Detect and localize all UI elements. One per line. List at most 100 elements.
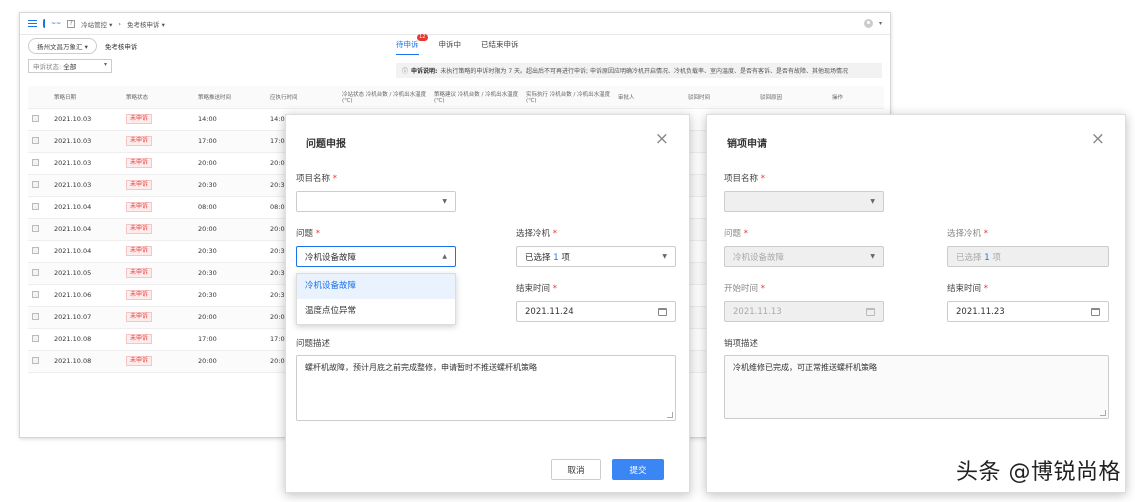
col-date: 策略日期 — [50, 86, 122, 109]
chevron-up-icon: ▲ — [442, 253, 447, 260]
status-badge: 未申诉 — [126, 246, 153, 256]
status-badge: 未申诉 — [126, 356, 153, 366]
tab-finished[interactable]: 已结束申诉 — [481, 39, 519, 55]
top-navbar: ~~ ? 冷站管控 ▾ › 免考核申诉 ▾ ▾ — [20, 13, 890, 35]
status-badge: 未申诉 — [126, 224, 153, 234]
issue-description-textarea[interactable]: 螺杆机故障，预计月底之前完成整修，申请暂时不推送螺杆机策略 — [296, 355, 676, 421]
cell-push-time: 17:00 — [194, 130, 266, 153]
chiller-select[interactable]: 已选择 1 项 ▼ — [516, 246, 676, 267]
cell-date: 2021.10.06 — [50, 284, 122, 307]
col-station-state: 冷站状态 冷机台数 / 冷机出水温度(℃) — [338, 86, 430, 109]
cell-date: 2021.10.04 — [50, 218, 122, 241]
row-checkbox[interactable] — [32, 224, 39, 232]
cell-date: 2021.10.03 — [50, 174, 122, 197]
status-badge: 未申诉 — [126, 268, 153, 278]
cell-push-time: 20:30 — [194, 284, 266, 307]
issue-label: 问题 * — [724, 229, 748, 239]
desc-label: 问题描述 — [296, 339, 331, 349]
calendar-icon — [1091, 307, 1100, 316]
row-checkbox[interactable] — [32, 334, 39, 342]
pending-count-badge: 12 — [417, 34, 428, 41]
cell-date: 2021.10.08 — [50, 350, 122, 373]
cell-push-time: 20:00 — [194, 218, 266, 241]
col-actions: 操作 — [828, 86, 884, 109]
calendar-icon — [658, 307, 667, 316]
end-time-label: 结束时间 * — [516, 284, 557, 294]
project-label: 项目名称 * — [724, 174, 765, 184]
chiller-select: 已选择 1 项 — [947, 246, 1109, 267]
chevron-down-icon: ▼ — [662, 253, 667, 260]
tab-pending[interactable]: 待申诉 12 — [396, 34, 428, 55]
row-checkbox[interactable] — [32, 136, 39, 144]
col-approver: 审批人 — [614, 86, 684, 109]
row-checkbox[interactable] — [32, 246, 39, 254]
cell-push-time: 20:30 — [194, 240, 266, 263]
chevron-down-icon: ▾ — [103, 61, 107, 68]
cell-date: 2021.10.03 — [50, 108, 122, 131]
row-checkbox[interactable] — [32, 312, 39, 320]
cancel-button[interactable]: 取消 — [551, 459, 601, 480]
status-badge: 未申诉 — [126, 114, 153, 124]
cell-date: 2021.10.04 — [50, 240, 122, 263]
logo: ~~ — [43, 19, 61, 28]
close-item-modal: 销项申请 × 项目名称 * ▼ 问题 * 冷机设备故障 ▼ 选择冷机 * 已选择 … — [706, 114, 1126, 493]
resize-handle-icon[interactable] — [667, 412, 673, 418]
project-label: 项目名称 * — [296, 174, 337, 184]
start-time-label: 开始时间 * — [724, 284, 765, 294]
status-badge: 未申诉 — [126, 202, 153, 212]
row-checkbox[interactable] — [32, 268, 39, 276]
close-icon[interactable]: × — [1091, 131, 1105, 148]
cell-push-time: 08:00 — [194, 196, 266, 219]
row-checkbox[interactable] — [32, 290, 39, 298]
project-select[interactable]: ▼ — [296, 191, 456, 212]
page-label: 免考核申诉 — [104, 43, 138, 51]
cell-date: 2021.10.03 — [50, 130, 122, 153]
cell-date: 2021.10.05 — [50, 262, 122, 285]
breadcrumb-1[interactable]: 冷站管控 ▾ — [81, 19, 112, 29]
tab-bar: 待申诉 12 申诉中 已结束申诉 — [396, 34, 519, 55]
row-checkbox[interactable] — [32, 356, 39, 364]
status-filter-select[interactable]: 申诉状态: 全部 ▾ — [28, 59, 112, 73]
project-select: ▼ — [724, 191, 884, 212]
end-time-picker[interactable]: 2021.11.24 — [516, 301, 676, 322]
cell-push-time: 14:00 — [194, 108, 266, 131]
issue-option-chiller-fault[interactable]: 冷机设备故障 — [297, 274, 455, 299]
user-menu-chevron-icon[interactable]: ▾ — [879, 20, 882, 27]
issue-select[interactable]: 冷机设备故障 ▲ — [296, 246, 456, 267]
chevron-down-icon: ▼ — [442, 198, 447, 205]
status-badge: 未申诉 — [126, 312, 153, 322]
end-time-picker[interactable]: 2021.11.23 — [947, 301, 1109, 322]
cell-push-time: 20:00 — [194, 306, 266, 329]
cell-date: 2021.10.07 — [50, 306, 122, 329]
chiller-label: 选择冷机 * — [516, 229, 557, 239]
status-badge: 未申诉 — [126, 290, 153, 300]
status-badge: 未申诉 — [126, 334, 153, 344]
row-checkbox[interactable] — [32, 180, 39, 188]
row-checkbox[interactable] — [32, 158, 39, 166]
col-exec-time: 应执行时间 — [266, 86, 338, 109]
issue-option-temp-point[interactable]: 温度点位异常 — [297, 299, 455, 324]
resize-handle-icon[interactable] — [1100, 410, 1106, 416]
issue-report-modal: 问题申报 × 项目名称 * ▼ 问题 * 冷机设备故障 ▲ 冷机设备故障 温度点位… — [285, 114, 690, 493]
col-status: 策略状态 — [122, 86, 194, 109]
help-icon[interactable]: ? — [67, 19, 76, 28]
menu-icon[interactable] — [28, 20, 37, 27]
close-description-textarea[interactable]: 冷机维修已完成，可正常推送螺杆机策略 — [724, 355, 1109, 419]
cell-push-time: 20:30 — [194, 262, 266, 285]
tab-in-progress[interactable]: 申诉中 — [439, 39, 462, 55]
issue-dropdown: 冷机设备故障 温度点位异常 — [296, 273, 456, 325]
cell-date: 2021.10.08 — [50, 328, 122, 351]
user-avatar-icon[interactable] — [863, 19, 873, 28]
row-checkbox[interactable] — [32, 202, 39, 210]
cell-push-time: 20:00 — [194, 152, 266, 175]
row-checkbox[interactable] — [32, 114, 39, 122]
station-select[interactable]: 扬州文昌万象汇 ▾ — [28, 38, 97, 54]
submit-button[interactable]: 提交 — [612, 459, 664, 480]
close-icon[interactable]: × — [655, 131, 669, 148]
col-reject-time: 驳回时间 — [684, 86, 756, 109]
calendar-icon — [866, 307, 875, 316]
chevron-down-icon: ▼ — [870, 198, 875, 205]
status-badge: 未申诉 — [126, 180, 153, 190]
modal-title: 销项申请 — [727, 139, 767, 150]
breadcrumb-2[interactable]: 免考核申诉 ▾ — [127, 19, 165, 29]
